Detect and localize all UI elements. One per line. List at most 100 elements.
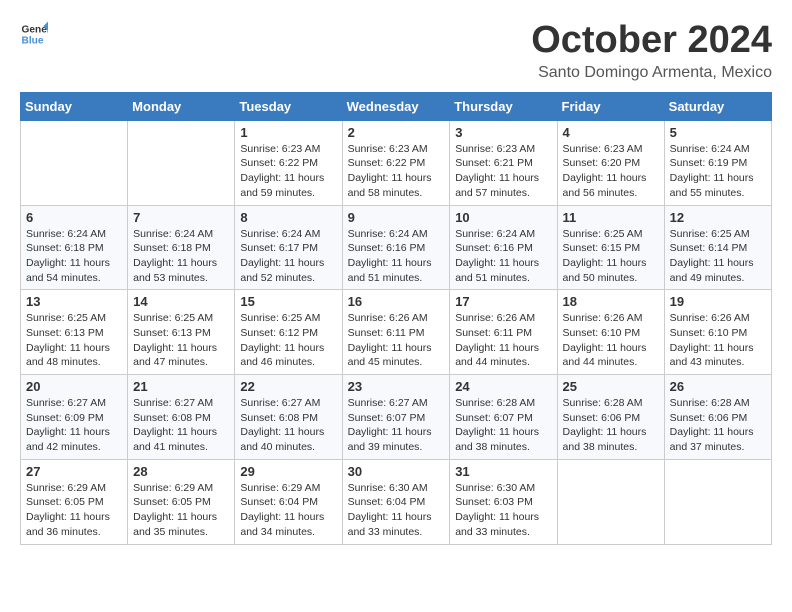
day-number: 28 xyxy=(133,464,229,479)
day-number: 21 xyxy=(133,379,229,394)
day-number: 6 xyxy=(26,210,122,225)
calendar-week-1: 1 Sunrise: 6:23 AMSunset: 6:22 PMDaylight… xyxy=(21,120,772,205)
cell-info: Sunrise: 6:24 AMSunset: 6:16 PMDaylight:… xyxy=(455,227,551,286)
header-day-monday: Monday xyxy=(128,92,235,120)
cell-info: Sunrise: 6:25 AMSunset: 6:13 PMDaylight:… xyxy=(133,311,229,370)
calendar-cell: 31 Sunrise: 6:30 AMSunset: 6:03 PMDayligh… xyxy=(450,459,557,544)
day-number: 22 xyxy=(240,379,336,394)
day-number: 30 xyxy=(348,464,445,479)
cell-info: Sunrise: 6:23 AMSunset: 6:21 PMDaylight:… xyxy=(455,142,551,201)
day-number: 20 xyxy=(26,379,122,394)
header-day-wednesday: Wednesday xyxy=(342,92,450,120)
cell-info: Sunrise: 6:28 AMSunset: 6:06 PMDaylight:… xyxy=(563,396,659,455)
calendar-cell: 27 Sunrise: 6:29 AMSunset: 6:05 PMDayligh… xyxy=(21,459,128,544)
day-number: 8 xyxy=(240,210,336,225)
cell-info: Sunrise: 6:25 AMSunset: 6:15 PMDaylight:… xyxy=(563,227,659,286)
day-number: 17 xyxy=(455,294,551,309)
calendar-cell xyxy=(21,120,128,205)
header-day-saturday: Saturday xyxy=(664,92,771,120)
header-day-tuesday: Tuesday xyxy=(235,92,342,120)
calendar-cell: 3 Sunrise: 6:23 AMSunset: 6:21 PMDaylight… xyxy=(450,120,557,205)
day-number: 11 xyxy=(563,210,659,225)
calendar-cell: 19 Sunrise: 6:26 AMSunset: 6:10 PMDayligh… xyxy=(664,290,771,375)
day-number: 2 xyxy=(348,125,445,140)
calendar-cell: 9 Sunrise: 6:24 AMSunset: 6:16 PMDaylight… xyxy=(342,205,450,290)
cell-info: Sunrise: 6:24 AMSunset: 6:18 PMDaylight:… xyxy=(26,227,122,286)
calendar-cell: 23Sunrise: 6:27 AMSunset: 6:07 PMDayligh… xyxy=(342,375,450,460)
header-day-thursday: Thursday xyxy=(450,92,557,120)
calendar-cell: 5 Sunrise: 6:24 AMSunset: 6:19 PMDaylight… xyxy=(664,120,771,205)
calendar-cell: 26 Sunrise: 6:28 AMSunset: 6:06 PMDayligh… xyxy=(664,375,771,460)
cell-info: Sunrise: 6:30 AMSunset: 6:04 PMDaylight:… xyxy=(348,481,445,540)
calendar-cell: 25 Sunrise: 6:28 AMSunset: 6:06 PMDayligh… xyxy=(557,375,664,460)
day-number: 31 xyxy=(455,464,551,479)
page-header: General Blue October 2024 Santo Domingo … xyxy=(20,20,772,82)
calendar-cell: 15Sunrise: 6:25 AMSunset: 6:12 PMDayligh… xyxy=(235,290,342,375)
cell-info: Sunrise: 6:30 AMSunset: 6:03 PMDaylight:… xyxy=(455,481,551,540)
calendar-cell xyxy=(557,459,664,544)
calendar-cell: 8 Sunrise: 6:24 AMSunset: 6:17 PMDaylight… xyxy=(235,205,342,290)
calendar-cell: 7Sunrise: 6:24 AMSunset: 6:18 PMDaylight… xyxy=(128,205,235,290)
calendar-cell xyxy=(664,459,771,544)
svg-text:Blue: Blue xyxy=(22,35,44,46)
calendar-week-3: 13 Sunrise: 6:25 AMSunset: 6:13 PMDayligh… xyxy=(21,290,772,375)
calendar-cell: 2 Sunrise: 6:23 AMSunset: 6:22 PMDaylight… xyxy=(342,120,450,205)
day-number: 9 xyxy=(348,210,445,225)
cell-info: Sunrise: 6:29 AMSunset: 6:05 PMDaylight:… xyxy=(26,481,122,540)
day-number: 5 xyxy=(670,125,766,140)
cell-info: Sunrise: 6:24 AMSunset: 6:17 PMDaylight:… xyxy=(240,227,336,286)
calendar-cell: 28 Sunrise: 6:29 AMSunset: 6:05 PMDayligh… xyxy=(128,459,235,544)
calendar-cell: 20Sunrise: 6:27 AMSunset: 6:09 PMDayligh… xyxy=(21,375,128,460)
day-number: 25 xyxy=(563,379,659,394)
day-number: 16 xyxy=(348,294,445,309)
cell-info: Sunrise: 6:25 AMSunset: 6:14 PMDaylight:… xyxy=(670,227,766,286)
calendar-cell: 12 Sunrise: 6:25 AMSunset: 6:14 PMDayligh… xyxy=(664,205,771,290)
cell-info: Sunrise: 6:25 AMSunset: 6:13 PMDaylight:… xyxy=(26,311,122,370)
month-title: October 2024 xyxy=(531,20,772,62)
title-block: October 2024 Santo Domingo Armenta, Mexi… xyxy=(531,20,772,82)
calendar-cell: 4Sunrise: 6:23 AMSunset: 6:20 PMDaylight… xyxy=(557,120,664,205)
calendar-cell: 14 Sunrise: 6:25 AMSunset: 6:13 PMDayligh… xyxy=(128,290,235,375)
cell-info: Sunrise: 6:26 AMSunset: 6:10 PMDaylight:… xyxy=(670,311,766,370)
calendar-cell: 13 Sunrise: 6:25 AMSunset: 6:13 PMDayligh… xyxy=(21,290,128,375)
day-number: 10 xyxy=(455,210,551,225)
calendar-cell: 16 Sunrise: 6:26 AMSunset: 6:11 PMDayligh… xyxy=(342,290,450,375)
calendar-cell: 11 Sunrise: 6:25 AMSunset: 6:15 PMDayligh… xyxy=(557,205,664,290)
calendar-cell: 6 Sunrise: 6:24 AMSunset: 6:18 PMDaylight… xyxy=(21,205,128,290)
cell-info: Sunrise: 6:24 AMSunset: 6:16 PMDaylight:… xyxy=(348,227,445,286)
day-number: 13 xyxy=(26,294,122,309)
calendar-cell: 22 Sunrise: 6:27 AMSunset: 6:08 PMDayligh… xyxy=(235,375,342,460)
day-number: 12 xyxy=(670,210,766,225)
day-number: 14 xyxy=(133,294,229,309)
day-number: 19 xyxy=(670,294,766,309)
calendar-table: SundayMondayTuesdayWednesdayThursdayFrid… xyxy=(20,92,772,545)
cell-info: Sunrise: 6:26 AMSunset: 6:11 PMDaylight:… xyxy=(455,311,551,370)
header-day-friday: Friday xyxy=(557,92,664,120)
calendar-cell: 1 Sunrise: 6:23 AMSunset: 6:22 PMDaylight… xyxy=(235,120,342,205)
calendar-cell: 17 Sunrise: 6:26 AMSunset: 6:11 PMDayligh… xyxy=(450,290,557,375)
calendar-cell xyxy=(128,120,235,205)
day-number: 24 xyxy=(455,379,551,394)
calendar-header-row: SundayMondayTuesdayWednesdayThursdayFrid… xyxy=(21,92,772,120)
day-number: 15 xyxy=(240,294,336,309)
location-title: Santo Domingo Armenta, Mexico xyxy=(531,64,772,82)
day-number: 23 xyxy=(348,379,445,394)
header-day-sunday: Sunday xyxy=(21,92,128,120)
cell-info: Sunrise: 6:27 AMSunset: 6:08 PMDaylight:… xyxy=(240,396,336,455)
day-number: 3 xyxy=(455,125,551,140)
calendar-cell: 24Sunrise: 6:28 AMSunset: 6:07 PMDayligh… xyxy=(450,375,557,460)
cell-info: Sunrise: 6:28 AMSunset: 6:06 PMDaylight:… xyxy=(670,396,766,455)
day-number: 4 xyxy=(563,125,659,140)
cell-info: Sunrise: 6:23 AMSunset: 6:22 PMDaylight:… xyxy=(240,142,336,201)
cell-info: Sunrise: 6:23 AMSunset: 6:22 PMDaylight:… xyxy=(348,142,445,201)
cell-info: Sunrise: 6:27 AMSunset: 6:08 PMDaylight:… xyxy=(133,396,229,455)
cell-info: Sunrise: 6:24 AMSunset: 6:19 PMDaylight:… xyxy=(670,142,766,201)
calendar-cell: 10 Sunrise: 6:24 AMSunset: 6:16 PMDayligh… xyxy=(450,205,557,290)
cell-info: Sunrise: 6:29 AMSunset: 6:05 PMDaylight:… xyxy=(133,481,229,540)
day-number: 1 xyxy=(240,125,336,140)
day-number: 27 xyxy=(26,464,122,479)
calendar-week-2: 6 Sunrise: 6:24 AMSunset: 6:18 PMDaylight… xyxy=(21,205,772,290)
logo-icon: General Blue xyxy=(20,20,48,48)
day-number: 26 xyxy=(670,379,766,394)
cell-info: Sunrise: 6:26 AMSunset: 6:11 PMDaylight:… xyxy=(348,311,445,370)
